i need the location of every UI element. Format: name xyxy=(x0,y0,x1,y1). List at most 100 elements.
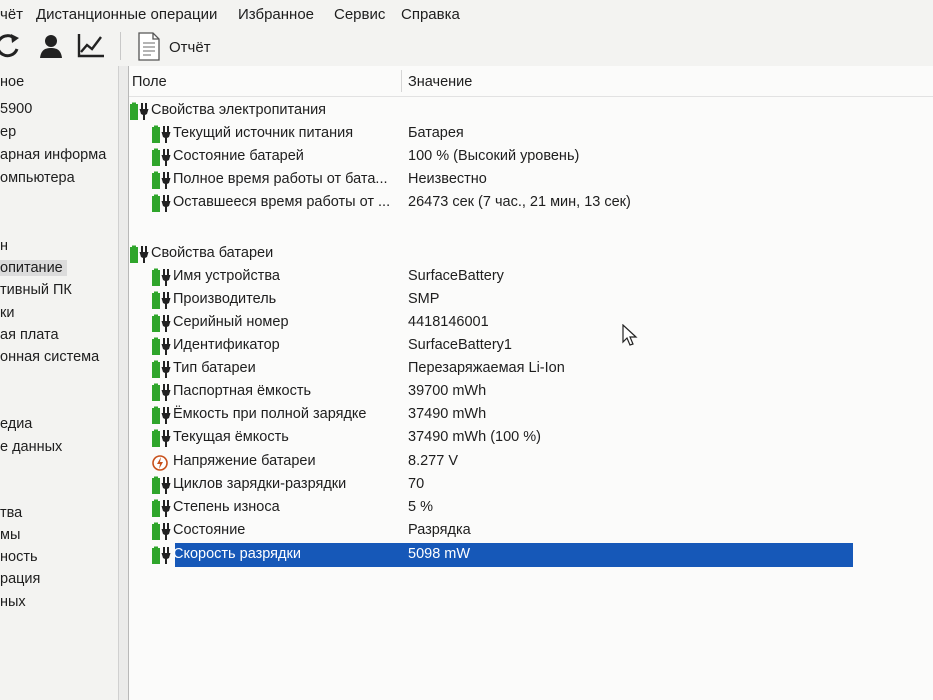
property-field: Оставшееся время работы от ... xyxy=(173,194,391,210)
menu-service[interactable]: Сервис xyxy=(334,6,385,23)
property-field: Напряжение батареи xyxy=(173,453,316,469)
property-row[interactable]: Ёмкость при полной зарядке 37490 mWh xyxy=(129,404,933,426)
nav-item-power-selected[interactable]: опитание xyxy=(0,260,67,276)
nav-item[interactable]: ных xyxy=(0,594,26,610)
property-row[interactable]: Напряжение батареи 8.277 V xyxy=(129,451,933,473)
property-row[interactable]: Состояние Разрядка xyxy=(129,520,933,542)
group-header[interactable]: Свойства батареи xyxy=(129,243,933,265)
nav-item[interactable]: е данных xyxy=(0,439,62,455)
property-row[interactable]: Паспортная ёмкость 39700 mWh xyxy=(129,381,933,403)
battery-icon xyxy=(129,102,149,121)
property-field: Паспортная ёмкость xyxy=(173,383,312,399)
property-row[interactable]: Состояние батарей 100 % (Высокий уровень) xyxy=(129,146,933,168)
group-title: Свойства электропитания xyxy=(151,102,327,118)
property-value: Батарея xyxy=(408,125,464,141)
property-row[interactable]: Имя устройства SurfaceBattery xyxy=(129,266,933,288)
property-row[interactable]: Текущая ёмкость 37490 mWh (100 %) xyxy=(129,427,933,449)
battery-icon xyxy=(151,291,171,310)
property-field: Текущий источник питания xyxy=(173,125,354,141)
column-header-value[interactable]: Значение xyxy=(408,74,472,90)
nav-item[interactable]: тва xyxy=(0,505,22,521)
property-row[interactable]: Тип батареи Перезаряжаемая Li-Ion xyxy=(129,358,933,380)
menu-help[interactable]: Справка xyxy=(401,6,460,23)
column-header: Поле Значение xyxy=(129,66,933,97)
mouse-cursor-icon xyxy=(622,323,638,348)
battery-icon xyxy=(151,499,171,518)
property-field: Состояние xyxy=(173,522,246,538)
toolbar-separator xyxy=(120,32,121,60)
battery-icon xyxy=(151,194,171,213)
property-field: Состояние батарей xyxy=(173,148,304,164)
property-field: Скорость разрядки xyxy=(173,546,301,562)
property-field: Циклов зарядки-разрядки xyxy=(173,476,347,492)
property-value: 8.277 V xyxy=(408,453,458,469)
property-value: 37490 mWh (100 %) xyxy=(408,429,541,445)
property-row[interactable]: Серийный номер 4418146001 xyxy=(129,312,933,334)
battery-icon xyxy=(151,522,171,541)
property-row-selected[interactable]: Скорость разрядки 5098 mW xyxy=(129,543,933,567)
toolbar: Отчёт xyxy=(0,30,933,64)
nav-item[interactable]: омпьютера xyxy=(0,170,75,186)
menu-favorites[interactable]: Избранное xyxy=(238,6,314,23)
report-button-label[interactable]: Отчёт xyxy=(169,39,211,56)
battery-icon xyxy=(151,268,171,287)
nav-item[interactable]: онная система xyxy=(0,349,99,365)
nav-item[interactable]: мы xyxy=(0,527,20,543)
menu-report[interactable]: чёт xyxy=(0,6,23,23)
property-row[interactable]: Степень износа 5 % xyxy=(129,497,933,519)
property-row[interactable]: Производитель SMP xyxy=(129,289,933,311)
property-row[interactable]: Полное время работы от бата... Неизвестно xyxy=(129,169,933,191)
nav-item[interactable]: рация xyxy=(0,571,40,587)
battery-icon xyxy=(151,406,171,425)
property-value: SurfaceBattery1 xyxy=(408,337,512,353)
battery-icon xyxy=(151,476,171,495)
user-icon[interactable] xyxy=(37,30,67,62)
column-header-field[interactable]: Поле xyxy=(132,74,167,90)
property-value: 5 % xyxy=(408,499,433,515)
property-row[interactable]: Идентификатор SurfaceBattery1 xyxy=(129,335,933,357)
battery-icon xyxy=(151,314,171,333)
nav-item[interactable]: ер xyxy=(0,124,16,140)
details-pane: Поле Значение Свойства электропитания Тек… xyxy=(128,66,933,700)
nav-item[interactable]: ное xyxy=(0,74,24,90)
nav-item[interactable]: 5900 xyxy=(0,101,32,117)
nav-item[interactable]: н xyxy=(0,238,8,254)
property-value: 100 % (Высокий уровень) xyxy=(408,148,580,164)
nav-item[interactable]: едиа xyxy=(0,416,32,432)
battery-icon xyxy=(151,148,171,167)
property-field: Текущая ёмкость xyxy=(173,429,289,445)
battery-icon xyxy=(151,125,171,144)
battery-icon xyxy=(151,171,171,190)
nav-item[interactable]: ность xyxy=(0,549,38,565)
menu-remote-operations[interactable]: Дистанционные операции xyxy=(36,6,217,23)
column-divider[interactable] xyxy=(401,70,402,92)
chart-icon[interactable] xyxy=(76,30,106,62)
property-value: Неизвестно xyxy=(408,171,487,187)
nav-item[interactable]: арная информа xyxy=(0,147,106,163)
nav-item[interactable]: ки xyxy=(0,305,14,321)
battery-icon xyxy=(151,429,171,448)
battery-icon xyxy=(151,360,171,379)
group-title: Свойства батареи xyxy=(151,245,274,261)
refresh-icon[interactable] xyxy=(0,30,24,62)
property-value: Разрядка xyxy=(408,522,471,538)
report-icon[interactable] xyxy=(134,30,164,62)
property-row[interactable]: Циклов зарядки-разрядки 70 xyxy=(129,474,933,496)
property-field: Полное время работы от бата... xyxy=(173,171,388,187)
battery-icon xyxy=(151,383,171,402)
property-row[interactable]: Текущий источник питания Батарея xyxy=(129,123,933,145)
nav-item[interactable]: тивный ПК xyxy=(0,282,72,298)
battery-icon xyxy=(151,546,171,565)
voltage-icon xyxy=(151,453,171,472)
battery-icon xyxy=(151,337,171,356)
group-header[interactable]: Свойства электропитания xyxy=(129,100,933,122)
nav-item[interactable]: ая плата xyxy=(0,327,59,343)
property-field: Серийный номер xyxy=(173,314,289,330)
property-value: Перезаряжаемая Li-Ion xyxy=(408,360,565,376)
property-value: 26473 сек (7 час., 21 мин, 13 сек) xyxy=(408,194,631,210)
property-field: Производитель xyxy=(173,291,277,307)
property-field: Тип батареи xyxy=(173,360,256,376)
property-value: 70 xyxy=(408,476,425,492)
property-value: SurfaceBattery xyxy=(408,268,504,284)
property-row[interactable]: Оставшееся время работы от ... 26473 сек … xyxy=(129,192,933,214)
